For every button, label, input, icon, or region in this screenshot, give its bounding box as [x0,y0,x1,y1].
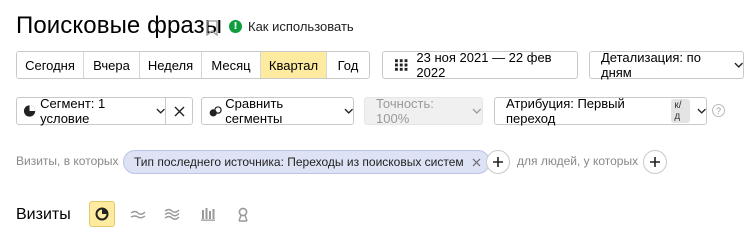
area-chart-icon [164,208,180,220]
plus-icon [493,157,503,167]
chevron-down-icon [734,62,743,68]
compare-segments-dropdown[interactable]: Сравнить сегменты [201,96,354,126]
segment-label: Сегмент: 1 условие [40,96,106,126]
segment-dropdown[interactable]: Сегмент: 1 условие [16,96,166,126]
page-title: Поисковые фразы [16,12,223,39]
info-icon: ! [229,20,242,33]
detail-dropdown[interactable]: Детализация: по дням [589,50,744,80]
detail-label: Детализация: по дням [601,50,701,80]
attribution-dropdown[interactable]: Атрибуция: Первый переход к/д [494,96,707,126]
accuracy-label: Точность: 100% [376,96,434,126]
people-filter-prefix: для людей, у которых [517,154,639,168]
how-to-use-label: Как использовать [248,19,354,34]
attribution-label: Атрибуция: Первый переход [506,96,625,126]
segment-clear-button[interactable] [165,97,193,125]
date-range-label: 23 ноя 2021 — 22 фев 2022 [416,50,552,80]
chevron-down-icon [472,108,482,114]
accuracy-dropdown[interactable]: Точность: 100% [364,96,483,126]
line-chart-icon [130,210,146,219]
pie-chart-button[interactable] [89,201,115,227]
pie-chart-icon [95,207,109,221]
visits-filter-prefix: Визиты, в которых [16,154,119,168]
period-week-button[interactable]: Неделя [140,52,202,78]
bar-chart-button[interactable] [195,201,221,227]
segment-pie-icon [23,105,36,117]
filter-chip[interactable]: Тип последнего источника: Переходы из по… [123,150,490,174]
chevron-down-icon [156,108,165,114]
close-icon [174,106,184,116]
period-yesterday-button[interactable]: Вчера [84,52,140,78]
filter-chip-label: Тип последнего источника: Переходы из по… [134,155,464,169]
period-year-button[interactable]: Год [327,52,369,78]
period-month-button[interactable]: Месяц [202,52,261,78]
attribution-badge: к/д [671,99,690,123]
date-range-button[interactable]: 23 ноя 2021 — 22 фев 2022 [382,50,578,80]
calendar-icon [395,59,408,71]
area-chart-button[interactable] [159,201,185,227]
period-quarter-button[interactable]: Квартал [261,52,327,78]
chart-section-title: Визиты [16,206,71,223]
line-chart-button[interactable] [125,201,151,227]
help-icon[interactable]: ? [712,104,725,117]
how-to-use-link[interactable]: ! Как использовать [229,19,354,34]
chevron-down-icon [344,108,353,114]
compare-icon [209,106,222,117]
map-icon [238,207,248,222]
add-people-condition-button[interactable] [643,150,667,174]
bar-chart-icon [201,207,215,221]
add-visit-condition-button[interactable] [486,150,510,174]
plus-icon [650,157,660,167]
map-chart-button[interactable] [230,201,256,227]
period-today-button[interactable]: Сегодня [17,52,84,78]
bookmark-icon[interactable] [206,20,218,36]
close-icon[interactable] [472,158,481,167]
compare-label: Сравнить сегменты [225,96,284,126]
period-selector: Сегодня Вчера Неделя Месяц Квартал Год [16,51,370,79]
chevron-down-icon [697,108,706,114]
